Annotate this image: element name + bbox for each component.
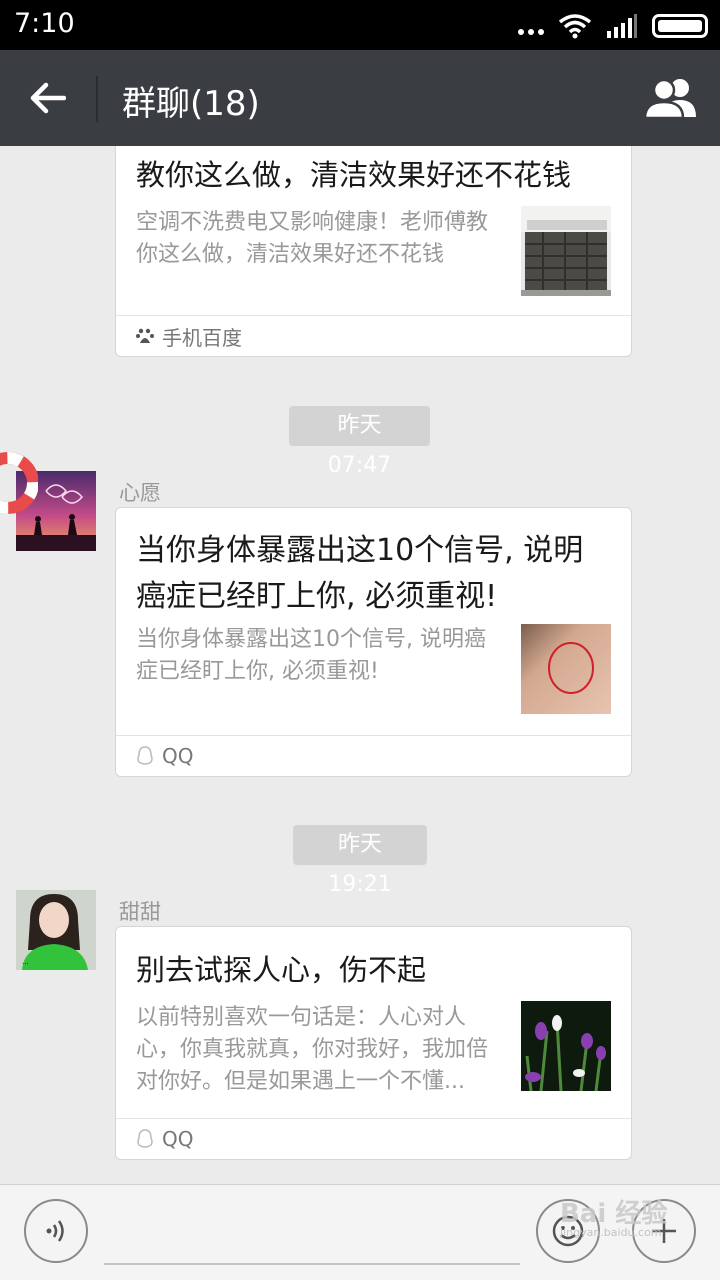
avatar[interactable]: ··· — [16, 890, 96, 970]
card-thumbnail — [521, 624, 611, 714]
card-description: 当你身体暴露出这10个信号, 说明癌症已经盯上你, 必须重视! — [136, 627, 486, 684]
baidu-paw-icon — [136, 328, 154, 343]
timestamp: 昨天 07:47 — [289, 406, 430, 478]
card-description: 以前特别喜欢一句话是：人心对人心，你真我就真，你对我好，我加倍对你好。但是如果遇… — [136, 1005, 489, 1094]
status-icons — [518, 12, 708, 40]
emoji-button[interactable] — [536, 1199, 600, 1263]
voice-wave-icon — [46, 1220, 64, 1242]
card-source: QQ — [162, 1127, 194, 1151]
qq-penguin-icon — [137, 1129, 153, 1148]
girl-green-shirt-avatar: ··· — [16, 890, 96, 970]
lifebuoy-icon — [0, 452, 38, 514]
wifi-icon — [558, 14, 592, 39]
plus-icon — [652, 1219, 676, 1243]
title-bar: 群聊(18) — [0, 50, 720, 146]
status-time: 7:10 — [14, 8, 75, 39]
back-button[interactable] — [18, 68, 78, 128]
message-input[interactable] — [104, 1209, 520, 1265]
card-footer: 手机百度 — [116, 315, 631, 356]
sender-name: 甜甜 — [119, 900, 161, 924]
card-description: 空调不洗费电又影响健康！老师傅教你这么做，清洁效果好还不花钱 — [136, 210, 489, 267]
input-bar: Bai 经验 jingyan.baidu.com — [0, 1184, 720, 1280]
chat-area[interactable]: 教你这么做，清洁效果好还不花钱 空调不洗费电又影响健康！老师傅教你这么做，清洁效… — [0, 146, 720, 1184]
card-source: 手机百度 — [162, 325, 242, 350]
iris-flowers-thumbnail — [521, 1001, 611, 1091]
card-source: QQ — [162, 744, 194, 768]
page-title: 群聊(18) — [122, 84, 260, 124]
group-members-button[interactable] — [640, 70, 704, 126]
link-card[interactable]: 别去试探人心，伤不起 以前特别喜欢一句话是：人心对人心，你真我就真，你对我好，我… — [115, 926, 632, 1160]
link-card[interactable]: 教你这么做，清洁效果好还不花钱 空调不洗费电又影响健康！老师傅教你这么做，清洁效… — [115, 146, 632, 357]
card-thumbnail — [521, 1001, 611, 1091]
more-button[interactable] — [632, 1199, 696, 1263]
qq-penguin-icon — [137, 746, 153, 765]
sender-name: 心愿 — [119, 481, 161, 505]
air-conditioner-thumbnail — [521, 206, 611, 296]
group-members-icon — [644, 78, 696, 119]
timestamp: 昨天 19:21 — [293, 825, 427, 897]
svg-text:···: ··· — [22, 960, 29, 968]
card-footer: QQ — [116, 735, 631, 776]
signal-icon — [607, 14, 637, 38]
card-title: 别去试探人心，伤不起 — [136, 953, 427, 987]
link-card[interactable]: 当你身体暴露出这10个信号, 说明癌症已经盯上你, 必须重视! 当你身体暴露出这… — [115, 507, 632, 777]
card-footer: QQ — [116, 1118, 631, 1159]
card-title: 教你这么做，清洁效果好还不花钱 — [136, 158, 572, 192]
voice-button[interactable] — [24, 1199, 88, 1263]
status-bar: 7:10 — [0, 0, 720, 50]
title-divider — [96, 76, 98, 122]
battery-icon — [652, 14, 708, 38]
card-thumbnail — [521, 206, 611, 296]
skin-circle-thumbnail — [521, 624, 611, 714]
more-dots-icon — [518, 29, 544, 35]
card-title: 当你身体暴露出这10个信号, 说明癌症已经盯上你, 必须重视! — [136, 533, 584, 614]
emoji-face-icon — [552, 1215, 584, 1247]
arrow-left-icon — [30, 82, 66, 114]
